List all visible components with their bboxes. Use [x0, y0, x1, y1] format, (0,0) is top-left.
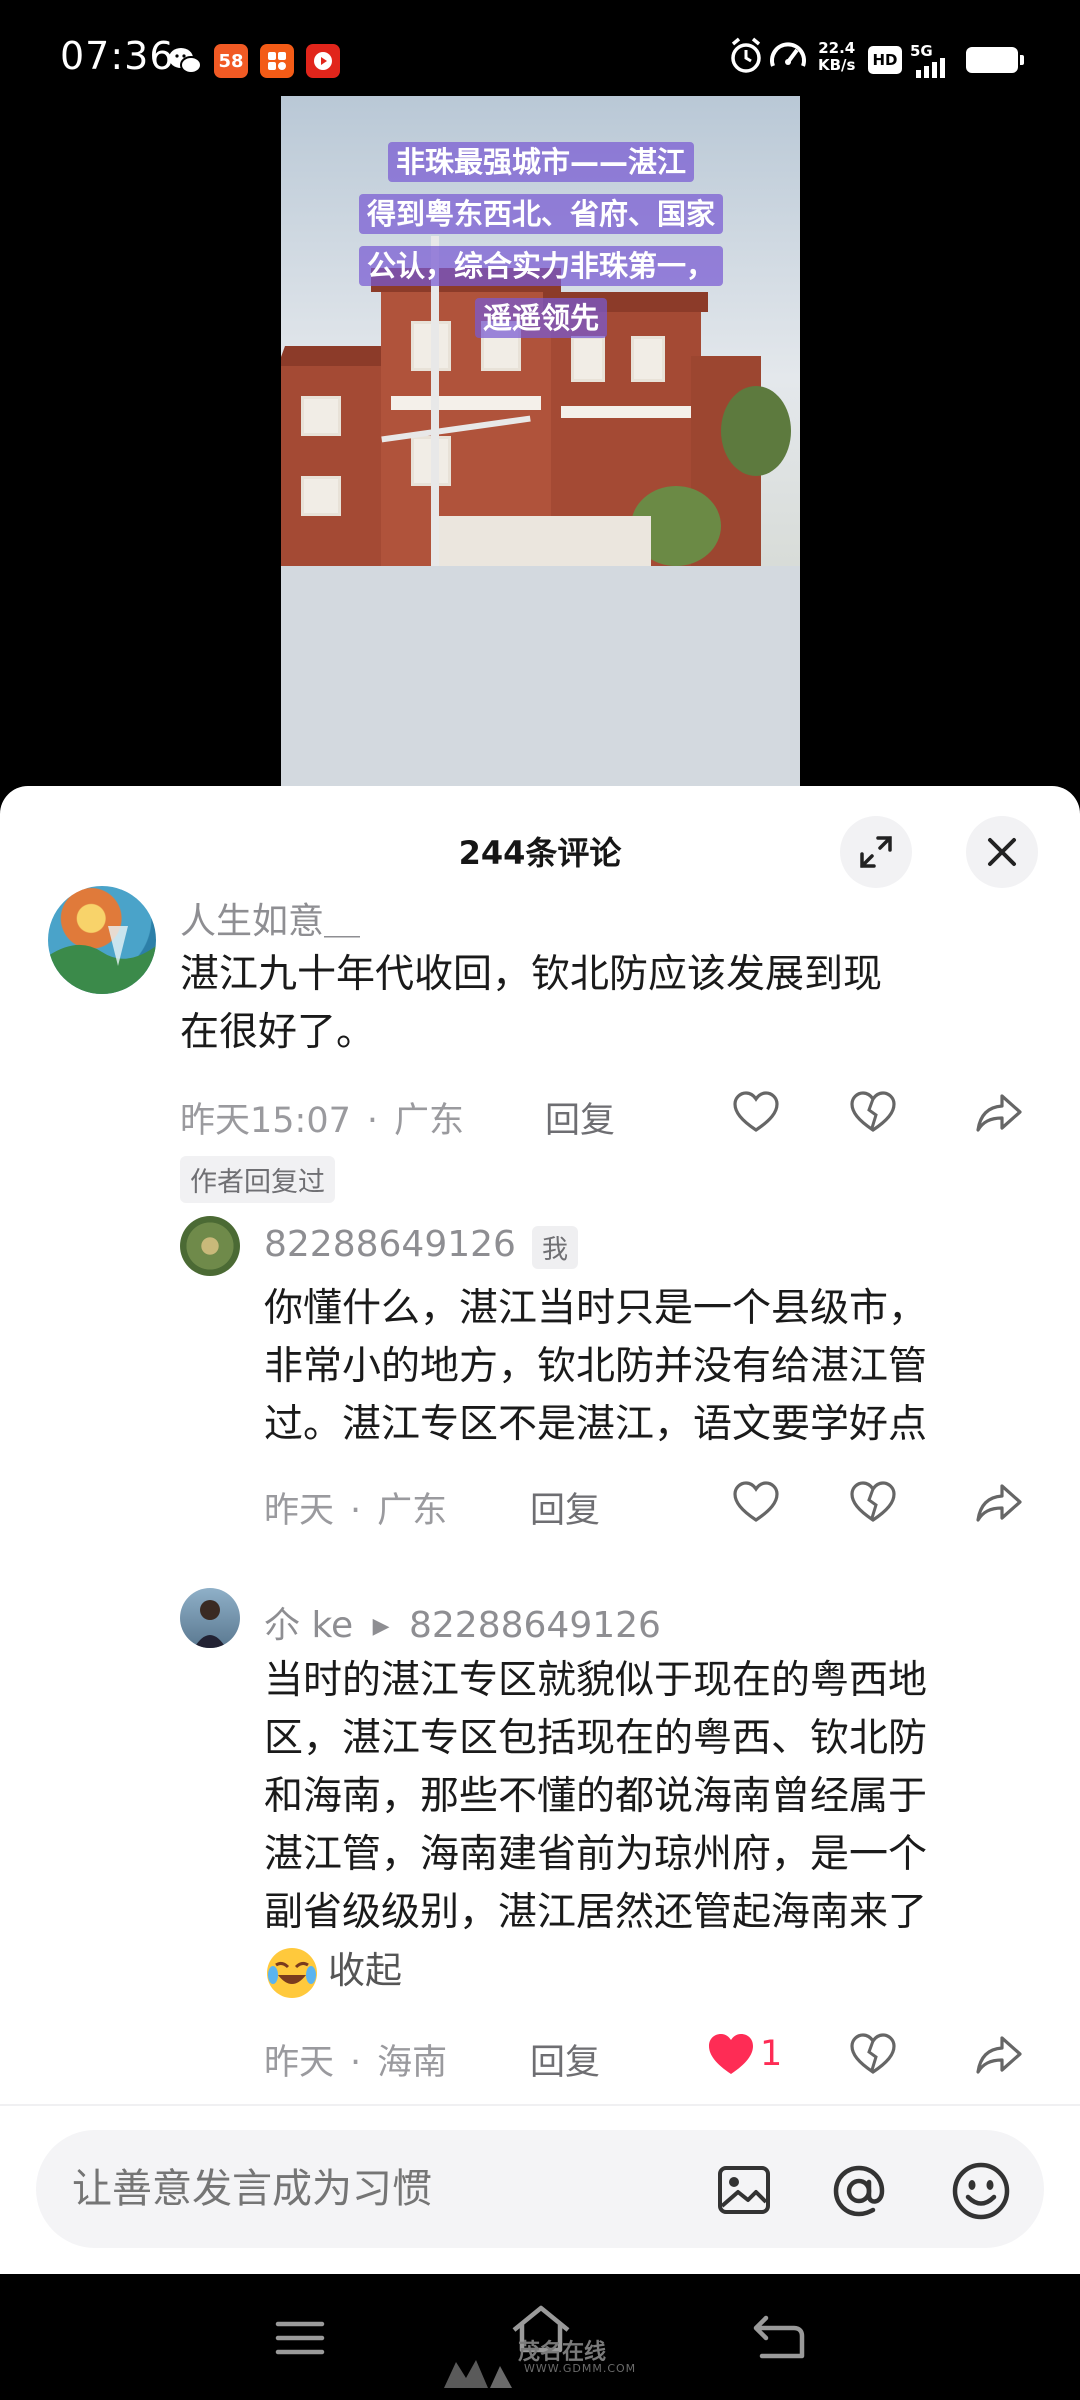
- expand-button[interactable]: [840, 816, 912, 888]
- share-icon[interactable]: [974, 2030, 1024, 2080]
- author-replied-tag: 作者回复过: [180, 1156, 335, 1203]
- input-divider: [0, 2104, 1080, 2106]
- signal-icon: [916, 58, 945, 78]
- liked-heart-icon[interactable]: [706, 2030, 756, 2080]
- dislike-icon[interactable]: [848, 2030, 898, 2080]
- laughing-emoji-icon: [267, 1947, 317, 1998]
- menu-icon[interactable]: [274, 2318, 326, 2358]
- comment-meta: 昨天 · 广东: [264, 1491, 448, 1531]
- status-bar: 07:36 58 22.4 KB/s HD 5G: [0, 0, 1080, 96]
- like-icon[interactable]: [731, 1088, 781, 1138]
- like-count: 1: [760, 2034, 783, 2074]
- expand-icon: [860, 836, 892, 868]
- collapse-button[interactable]: 收起: [328, 1949, 402, 1992]
- comments-sheet: 244条评论 人生如意＿ 湛江九十年代收回，钦北防应该发展到现 在很好了。 昨天…: [0, 786, 1080, 2274]
- comment-username[interactable]: 人生如意＿: [180, 892, 360, 944]
- emoji-icon[interactable]: [950, 2160, 1012, 2222]
- network-speed: 22.4 KB/s: [818, 39, 856, 74]
- dislike-icon[interactable]: [848, 1088, 898, 1138]
- puzzle-app-icon: [260, 44, 294, 78]
- comment-username[interactable]: 82288649126: [264, 1224, 516, 1265]
- share-icon[interactable]: [974, 1088, 1024, 1138]
- close-button[interactable]: [966, 816, 1038, 888]
- 58-app-icon: 58: [214, 44, 248, 78]
- dislike-icon[interactable]: [848, 1478, 898, 1528]
- share-icon[interactable]: [974, 1478, 1024, 1528]
- navigation-bar: 茂名在线 WWW.GDMM.COM: [0, 2274, 1080, 2400]
- comments-count-title: 244条评论: [458, 834, 622, 872]
- speedometer-icon: [768, 36, 808, 80]
- battery-icon: [966, 47, 1024, 73]
- video-caption: 非珠最强城市——湛江 得到粤东西北、省府、国家 公认，综合实力非珠第一， 遥遥领…: [341, 136, 741, 344]
- image-icon[interactable]: [714, 2160, 774, 2220]
- comment-text: 湛江九十年代收回，钦北防应该发展到现 在很好了。: [180, 952, 883, 1055]
- close-icon: [988, 838, 1016, 866]
- comment-text: 你懂什么，湛江当时只是一个县级市， 非常小的地方，钦北防并没有给湛江管 过。湛江…: [264, 1286, 928, 1447]
- mention-icon[interactable]: [828, 2160, 890, 2222]
- reply-arrow-icon: ▶: [372, 1614, 390, 1639]
- reply-button[interactable]: 回复: [530, 1482, 600, 1533]
- watermark-url: WWW.GDMM.COM: [524, 2362, 637, 2375]
- comment-username[interactable]: 尒 ke ▶ 82288649126: [264, 1596, 661, 1648]
- reply-button[interactable]: 回复: [530, 2034, 600, 2085]
- avatar[interactable]: [180, 1588, 240, 1648]
- like-icon[interactable]: [731, 1478, 781, 1528]
- comment-meta: 昨天 · 海南: [264, 2043, 448, 2083]
- video-frame[interactable]: 非珠最强城市——湛江 得到粤东西北、省府、国家 公认，综合实力非珠第一， 遥遥领…: [281, 96, 800, 796]
- avatar[interactable]: [48, 886, 156, 994]
- comment-meta: 昨天15:07 · 广东: [180, 1101, 465, 1141]
- comment-input-bar[interactable]: [36, 2130, 1044, 2248]
- wechat-icon: [168, 44, 202, 78]
- avatar[interactable]: [180, 1216, 240, 1276]
- me-tag: 我: [532, 1226, 579, 1269]
- video-player[interactable]: 非珠最强城市——湛江 得到粤东西北、省府、国家 公认，综合实力非珠第一， 遥遥领…: [0, 96, 1080, 796]
- reply-button[interactable]: 回复: [545, 1092, 615, 1143]
- hd-badge: HD: [868, 46, 902, 74]
- video-blank-area: [281, 566, 800, 796]
- back-icon[interactable]: [752, 2312, 806, 2362]
- watermark-logo-icon: [444, 2360, 512, 2388]
- alarm-icon: [728, 36, 764, 80]
- comment-text: 当时的湛江专区就貌似于现在的粤西地 区，湛江专区包括现在的粤西、钦北防 和海南，…: [264, 1652, 1054, 2001]
- status-time: 07:36: [60, 34, 175, 78]
- comment-input[interactable]: [72, 2166, 672, 2212]
- video-app-icon: [306, 44, 340, 78]
